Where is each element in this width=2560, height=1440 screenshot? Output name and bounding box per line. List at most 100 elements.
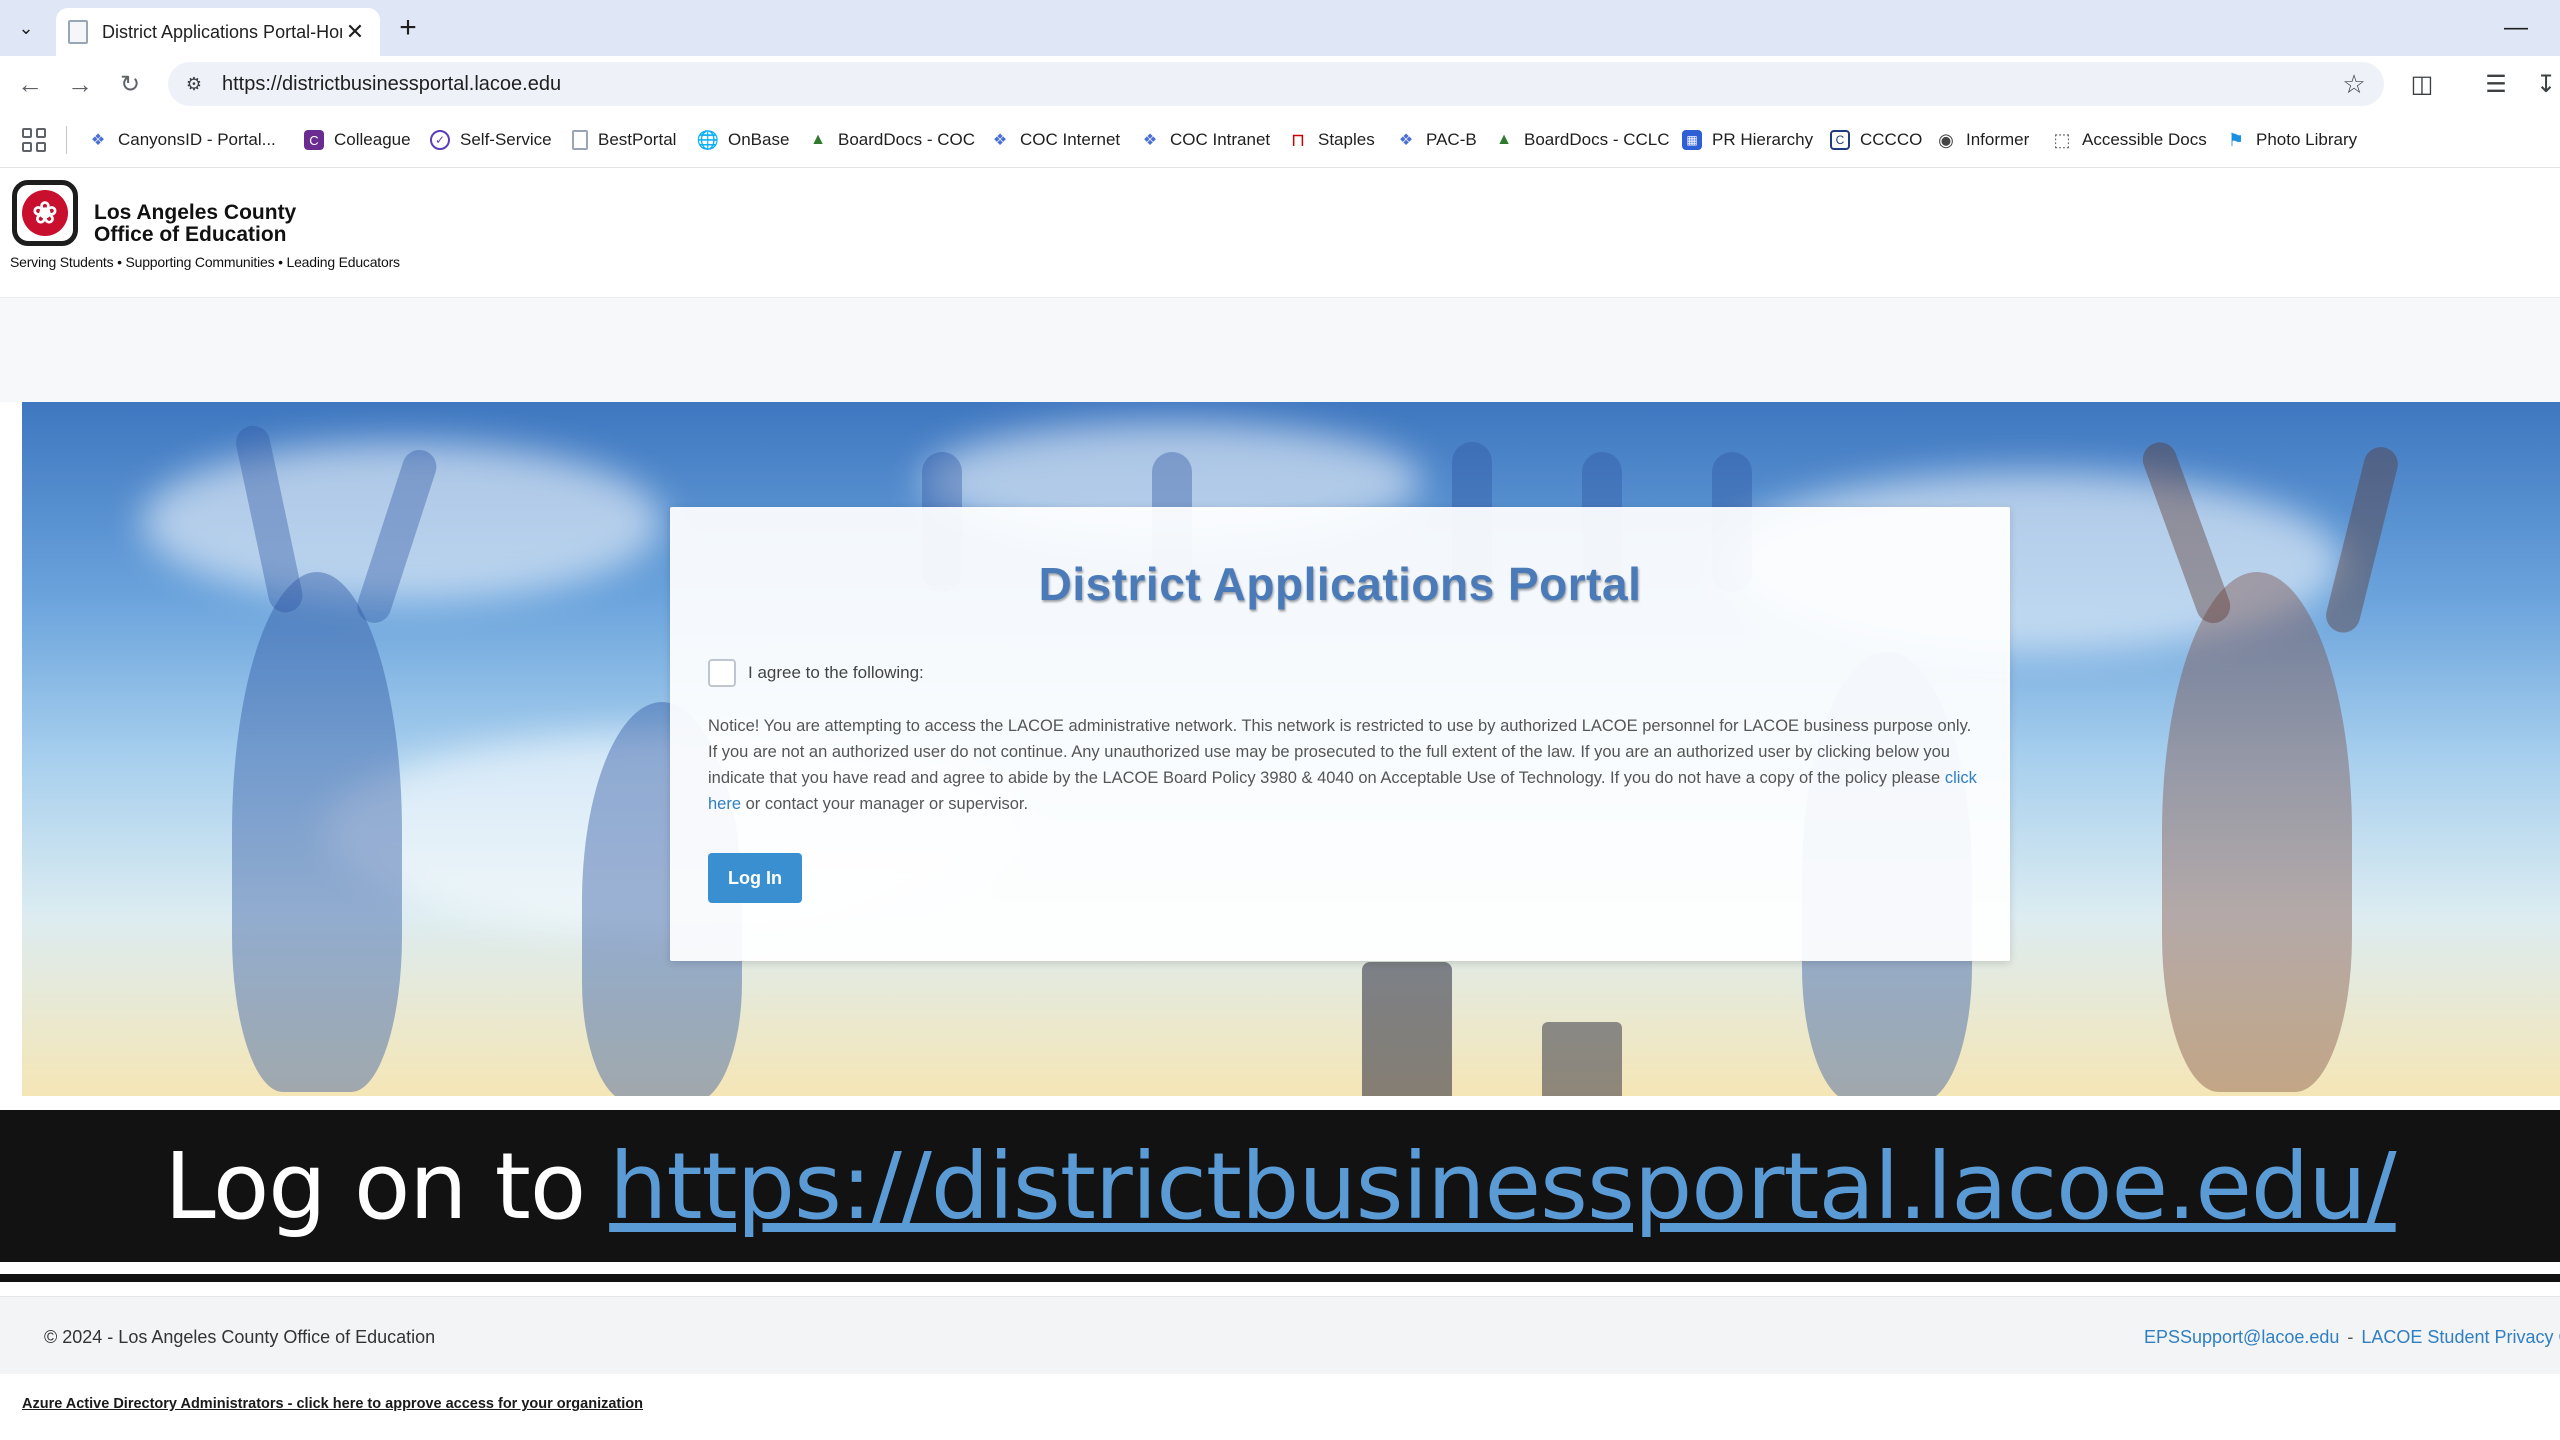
forward-arrow-icon[interactable]: → [62,66,98,102]
page-favicon-icon [68,20,88,44]
bookmark-label: PAC-B [1426,130,1477,149]
log-in-button[interactable]: Log In [708,853,802,903]
bookmark-label: BestPortal [598,130,677,149]
tab-close-icon[interactable]: ✕ [342,19,368,45]
org-name-line2: Office of Education [94,223,287,246]
bookmark-coc-intranet[interactable]: ❖ COC Intranet [1140,126,1270,154]
agree-row: I agree to the following: [708,659,924,687]
lacoe-logo-emblem: ❀ [22,190,68,236]
extensions-puzzle-icon[interactable]: ◫ [2406,68,2438,100]
lacoe-logo[interactable]: ❀ [12,180,78,246]
bookmark-label: Photo Library [2256,130,2358,149]
footer-separator: - [2347,1327,2354,1347]
bookmark-colleague[interactable]: C Colleague [304,126,411,154]
admin-bar: Azure Active Directory Administrators - … [0,1374,2560,1440]
bookmark-label: CCCCO [1860,130,1923,149]
building-silhouette [1542,1022,1622,1096]
browser-tab-strip: ⌄ District Applications Portal-Hom ✕ + — [0,0,2560,56]
bookmark-star-icon[interactable]: ☆ [2334,64,2374,104]
diamond-icon: ❖ [1142,132,1158,149]
caption-prefix: Log on to [164,1132,586,1240]
bookmark-label: COC Intranet [1170,130,1271,149]
azure-admin-consent-link[interactable]: Azure Active Directory Administrators - … [22,1396,643,1412]
apps-grid-icon[interactable] [22,128,46,152]
diamond-icon: ❖ [90,132,106,149]
bookmark-label: Accessible Docs [2082,130,2207,149]
caption-underline-bar [0,1274,2560,1282]
diamond-icon: ❖ [992,132,1008,149]
bookmark-coc-internet[interactable]: ❖ COC Internet [990,126,1120,154]
site-info-icon[interactable]: ⚙ [180,70,208,98]
browser-tab-active[interactable]: District Applications Portal-Hom ✕ [56,8,380,56]
download-icon[interactable]: ↧ [2530,68,2560,100]
media-queue-icon[interactable]: ☰ [2480,68,2512,100]
diamond-icon: ❖ [1398,132,1414,149]
bookmark-self-service[interactable]: ✓ Self-Service [430,126,552,154]
student-privacy-link[interactable]: LACOE Student Privacy G [2361,1327,2560,1347]
copyright-text: © 2024 - Los Angeles County Office of Ed… [44,1327,436,1347]
bookmark-label: Staples [1318,130,1375,149]
page-icon [572,130,588,150]
photo-library-icon: ⚑ [2227,129,2245,150]
bookmark-label: Self-Service [460,130,552,149]
building-silhouette [1362,962,1452,1096]
bookmark-label: COC Internet [1020,130,1121,149]
tab-title: District Applications Portal-Hom [102,21,342,42]
colleague-icon: C [304,130,324,150]
window-minimize-icon[interactable]: — [2496,10,2536,46]
agree-label[interactable]: I agree to the following: [748,663,924,683]
person-silhouette [2162,572,2352,1092]
bookmark-canyonsid[interactable]: ❖ CanyonsID - Portal... [88,126,276,154]
bookmark-label: CanyonsID - Portal... [118,130,276,149]
tab-search-icon[interactable]: ⌄ [8,10,44,46]
portal-title: District Applications Portal [1038,558,1642,610]
bookmark-label: Colleague [334,130,411,149]
notice-text: Notice! You are attempting to access the… [708,717,1972,787]
org-name: Los Angeles County Office of Education [94,202,296,246]
login-card: District Applications Portal I agree to … [670,507,2010,961]
bookmark-staples[interactable]: ⊓ Staples [1288,126,1375,154]
agree-checkbox[interactable] [708,659,736,687]
bookmark-label: BoardDocs - CCLC [1524,130,1670,149]
support-email-link[interactable]: EPSSupport@lacoe.edu [2144,1327,2339,1347]
site-footer: © 2024 - Los Angeles County Office of Ed… [0,1296,2560,1374]
raised-arm [2322,443,2402,637]
bookmark-cccco[interactable]: C CCCCO [1830,126,1922,154]
footer-links: EPSSupport@lacoe.edu - LACOE Student Priva… [2144,1327,2560,1348]
bookmark-bestportal[interactable]: BestPortal [572,126,676,154]
back-arrow-icon[interactable]: ← [12,66,48,102]
bookmark-photo-library[interactable]: ⚑ Photo Library [2226,126,2357,154]
bookmark-accessible-docs[interactable]: ⬚ Accessible Docs [2052,126,2207,154]
bookmark-onbase[interactable]: 🌐 OnBase [696,126,790,154]
bookmarks-separator [66,126,67,154]
new-tab-plus-icon[interactable]: + [390,11,426,44]
tree-icon: ▲ [1496,131,1512,148]
bookmarks-bar: ❖ CanyonsID - Portal... C Colleague ✓ Self-… [0,112,2560,168]
url-text[interactable]: https://districtbusinessportal.lacoe.edu [222,73,2334,96]
bookmark-boarddocs-cclc[interactable]: ▲ BoardDocs - CCLC [1494,126,1670,154]
org-name-line1: Los Angeles County [94,201,297,224]
bookmark-pr-hierarchy[interactable]: ▦ PR Hierarchy [1682,126,1813,154]
globe-icon: 🌐 [696,129,720,150]
bookmark-label: OnBase [728,130,790,149]
bookmark-informer[interactable]: ◉ Informer [1936,126,2029,154]
staple-icon: ⊓ [1290,129,1306,150]
notice-tail-text: or contact your manager or supervisor. [741,795,1029,813]
caption-overlay: Log on to https://districtbusinessportal… [0,1096,2560,1290]
tree-icon: ▲ [810,131,826,148]
caption-url-link[interactable]: https://districtbusinessportal.lacoe.edu… [609,1133,2396,1240]
bookmark-pac-b[interactable]: ❖ PAC-B [1396,126,1477,154]
reload-icon[interactable]: ↻ [112,66,148,102]
dotted-square-icon: ⬚ [2053,129,2071,150]
site-header: ❀ Los Angeles County Office of Education… [0,168,2560,298]
bookmark-label: BoardDocs - COC [838,130,975,149]
address-bar[interactable]: ⚙ https://districtbusinessportal.lacoe.e… [168,62,2384,106]
hierarchy-icon: ▦ [1682,130,1702,150]
bookmark-label: Informer [1966,130,2030,149]
informer-globe-icon: ◉ [1938,129,1954,150]
cccco-icon: C [1830,130,1850,150]
caption-band: Log on to https://districtbusinessportal… [0,1110,2560,1262]
legal-notice: Notice! You are attempting to access the… [708,713,1978,817]
bookmark-boarddocs-coc[interactable]: ▲ BoardDocs - COC [808,126,975,154]
org-tagline: Serving Students • Supporting Communitie… [10,254,400,270]
